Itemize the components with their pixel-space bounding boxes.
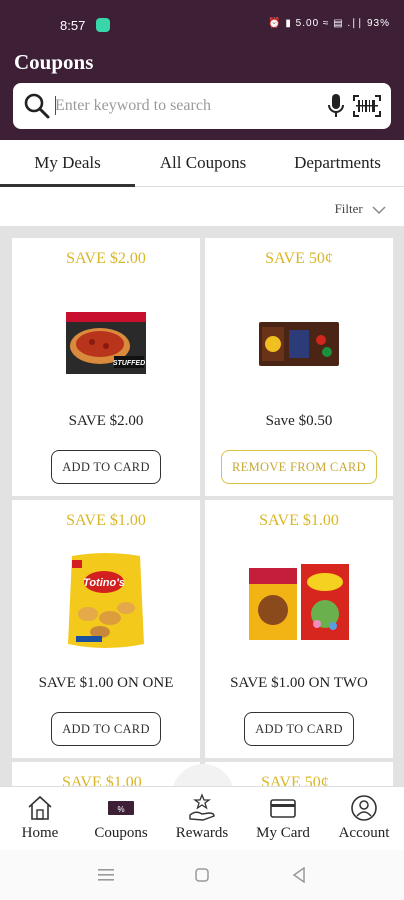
account-icon [351, 795, 377, 821]
coupon-headline: SAVE $2.00 [66, 250, 146, 267]
menu-icon[interactable] [98, 868, 114, 882]
tab-all-coupons[interactable]: All Coupons [135, 140, 271, 186]
coupon-card: SAVE 50¢ [205, 762, 393, 786]
card-icon [270, 799, 296, 818]
coupon-description: Save $0.50 [265, 413, 333, 429]
home-icon [28, 795, 52, 820]
coupon-headline: SAVE $1.00 [259, 512, 339, 529]
page-title: Coupons [14, 50, 94, 74]
candy-product-image [259, 322, 339, 366]
rewards-icon [189, 793, 215, 821]
coupon-card: SAVE $1.00 [12, 762, 200, 786]
add-to-card-button[interactable]: ADD TO CARD [51, 450, 161, 484]
system-nav-bar [0, 850, 404, 900]
home-square-icon[interactable] [195, 868, 209, 882]
coupon-description: SAVE $1.00 ON TWO [230, 675, 368, 691]
nav-item-home[interactable]: Home [0, 793, 80, 842]
barcode-scan-icon[interactable] [353, 95, 381, 117]
filter-button[interactable]: Filter [335, 201, 386, 217]
nav-label: Account [338, 825, 390, 841]
microphone-icon[interactable] [327, 93, 345, 119]
app-header: Coupons [0, 50, 404, 140]
search-icon[interactable] [23, 92, 51, 120]
tab-my-deals[interactable]: My Deals [0, 140, 135, 187]
nav-item-rewards[interactable]: Rewards [162, 793, 242, 842]
status-time: 8:57 [60, 18, 86, 33]
coupon-headline: SAVE 50¢ [265, 250, 333, 267]
status-indicators: ⏰ ▮ 5.00 ≈ ▤ .∣∣ 93% [268, 18, 390, 29]
nav-label: My Card [256, 825, 310, 841]
nav-label: Home [21, 825, 59, 841]
coupon-headline: SAVE $1.00 [62, 774, 142, 786]
coupon-icon: % [108, 801, 134, 815]
coupon-card: SAVE 50¢ Save $0.50 REMOVE FROM CARD [205, 238, 393, 496]
svg-text:STUFFED: STUFFED [113, 360, 145, 367]
bottom-nav: Home % Coupons Rewards My Card Account [0, 786, 404, 851]
svg-text:Totino's: Totino's [83, 577, 125, 589]
tab-departments[interactable]: Departments [271, 140, 404, 186]
filter-label: Filter [334, 201, 363, 216]
coupon-grid: SAVE $2.00 STUFFED SAVE $2.00 ADD TO CAR… [0, 226, 404, 786]
coupon-headline: SAVE 50¢ [261, 774, 329, 786]
nav-item-my-card[interactable]: My Card [243, 793, 323, 842]
coupon-description: SAVE $1.00 ON ONE [38, 675, 174, 691]
chevron-down-icon [372, 205, 386, 214]
coupon-description: SAVE $2.00 [68, 413, 144, 429]
coupon-card: SAVE $1.00 Totino's SAVE $1.00 ON ONE AD… [12, 500, 200, 758]
search-input[interactable] [53, 92, 287, 120]
add-to-card-button[interactable]: ADD TO CARD [244, 712, 354, 746]
pizza-product-image: STUFFED [66, 312, 146, 374]
coupon-card: SAVE $1.00 SAVE $1.00 ON TWO ADD TO CARD [205, 500, 393, 758]
svg-text:%: % [117, 805, 124, 814]
nav-item-account[interactable]: Account [324, 793, 404, 842]
coupon-headline: SAVE $1.00 [66, 512, 146, 529]
back-icon[interactable] [292, 867, 306, 883]
pizza-rolls-product-image: Totino's [68, 553, 144, 648]
coupon-tabs: My Deals All Coupons Departments [0, 140, 404, 187]
add-to-card-button[interactable]: ADD TO CARD [51, 712, 161, 746]
nav-label: Coupons [94, 825, 148, 841]
notification-app-icon [96, 18, 110, 32]
nav-item-coupons[interactable]: % Coupons [81, 793, 161, 842]
search-bar[interactable] [13, 83, 391, 129]
nav-label: Rewards [175, 825, 229, 841]
status-bar: 8:57 ⏰ ▮ 5.00 ≈ ▤ .∣∣ 93% [0, 0, 404, 50]
text-cursor [55, 96, 56, 115]
coupon-card: SAVE $2.00 STUFFED SAVE $2.00 ADD TO CAR… [12, 238, 200, 496]
remove-from-card-button[interactable]: REMOVE FROM CARD [221, 450, 377, 484]
cereal-product-image [249, 564, 349, 640]
